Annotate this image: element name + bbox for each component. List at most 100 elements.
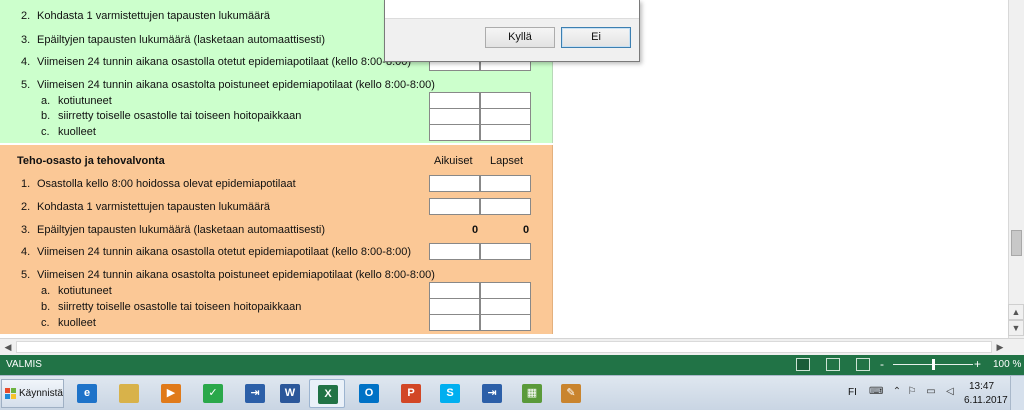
row-label: Epäiltyjen tapausten lukumäärä (lasketaa… [37, 34, 325, 46]
suspected-children-value: 0 [523, 224, 530, 236]
input-language-indicator[interactable]: FI [848, 387, 857, 398]
vertical-scroll-thumb[interactable] [1011, 230, 1022, 256]
taskbar-app-button[interactable]: ▶ [153, 379, 189, 408]
media-player-icon: ▶ [161, 384, 181, 403]
sub-letter: a. [41, 285, 51, 297]
sub-label: siirretty toiselle osastolle tai toiseen… [58, 301, 302, 313]
scroll-down-icon[interactable]: ▼ [1008, 320, 1024, 336]
vertical-scrollbar[interactable] [1008, 0, 1024, 338]
sub-letter: c. [41, 126, 50, 138]
row-label: Epäiltyjen tapausten lukumäärä (lasketaa… [37, 224, 325, 236]
page-break-view-icon[interactable] [856, 358, 870, 371]
clock-date[interactable]: 6.11.2017 [964, 395, 1008, 406]
orange-row-4-children-cell[interactable] [480, 243, 531, 260]
row-number: 5. [21, 79, 31, 91]
row-label: Viimeisen 24 tunnin aikana osastolta poi… [37, 79, 435, 91]
row-number: 5. [21, 269, 31, 281]
status-text: VALMIS [6, 359, 42, 370]
zoom-in-button[interactable]: + [974, 357, 981, 371]
volume-icon[interactable]: ◁ [944, 386, 956, 398]
row-number: 2. [21, 10, 31, 22]
internet-explorer-icon: e [77, 384, 97, 403]
row-number: 3. [21, 34, 31, 46]
split-view-icon[interactable]: ▲ [1008, 304, 1024, 320]
show-desktop-button[interactable] [1010, 376, 1024, 410]
excel-icon: X [318, 385, 338, 404]
orange-row-2-adults-cell[interactable] [429, 198, 480, 215]
taskbar-app-button[interactable]: e [69, 379, 105, 408]
taskbar-app-button[interactable]: W [272, 379, 308, 408]
taskbar-app-button[interactable]: O [351, 379, 387, 408]
sub-label: kuolleet [58, 317, 96, 329]
orange-row-1-children-cell[interactable] [480, 175, 531, 192]
start-label: Käynnistä [19, 388, 63, 399]
taskbar-app-button[interactable]: ⇥ [474, 379, 510, 408]
orange-row-4-adults-cell[interactable] [429, 243, 480, 260]
row-number: 1. [21, 178, 31, 190]
taskbar-app-button[interactable]: ✓ [195, 379, 231, 408]
sub-letter: b. [41, 110, 51, 122]
taskbar: Käynnistä e ▶ ✓ ⇥ W X O P S ⇥ ▦ ✎ FI ⌨ ⌃ ⚐ ▭ ◁ 13:4… [0, 375, 1024, 410]
zoom-out-button[interactable]: - [880, 357, 884, 371]
sub-letter: a. [41, 95, 51, 107]
green-sub-a-children-cell[interactable] [480, 92, 531, 109]
yes-button[interactable]: Kyllä [485, 27, 555, 48]
suspected-adults-value: 0 [472, 224, 479, 236]
network-icon[interactable]: ▭ [925, 386, 937, 398]
orange-sub-a-adults-cell[interactable] [429, 282, 480, 299]
action-center-flag-icon[interactable]: ⚐ [906, 386, 918, 398]
green-sub-a-adults-cell[interactable] [429, 92, 480, 109]
input-app-icon-2: ⇥ [482, 384, 502, 403]
clock-time[interactable]: 13:47 [969, 381, 994, 392]
orange-row-1-adults-cell[interactable] [429, 175, 480, 192]
orange-row-2-children-cell[interactable] [480, 198, 531, 215]
scroll-left-icon[interactable]: ◀ [2, 341, 14, 353]
row-number: 4. [21, 56, 31, 68]
paint-icon: ✎ [561, 384, 581, 403]
taskbar-app-button[interactable]: S [432, 379, 468, 408]
green-sub-b-adults-cell[interactable] [429, 108, 480, 125]
taskbar-app-button[interactable]: ▦ [514, 379, 550, 408]
word-icon: W [280, 384, 300, 403]
start-button[interactable]: Käynnistä [1, 379, 64, 408]
green-sub-c-children-cell[interactable] [480, 124, 531, 141]
column-header-children: Lapset [490, 155, 524, 167]
green-sub-c-adults-cell[interactable] [429, 124, 480, 141]
skype-icon: S [440, 384, 460, 403]
tray-expand-icon[interactable]: ⌃ [891, 386, 903, 398]
orange-sub-c-children-cell[interactable] [480, 314, 531, 331]
orange-sub-a-children-cell[interactable] [480, 282, 531, 299]
zoom-level[interactable]: 100 % [993, 359, 1021, 370]
row-label: Kohdasta 1 varmistettujen tapausten luku… [37, 201, 270, 213]
green-sub-b-children-cell[interactable] [480, 108, 531, 125]
horizontal-scroll-track[interactable] [16, 341, 992, 353]
taskbar-app-button[interactable]: ✎ [553, 379, 589, 408]
row-label: Kohdasta 1 varmistettujen tapausten luku… [37, 10, 270, 22]
scroll-right-icon[interactable]: ▶ [994, 341, 1006, 353]
row-number: 4. [21, 246, 31, 258]
row-number: 3. [21, 224, 31, 236]
zoom-slider-thumb[interactable] [932, 359, 935, 370]
checkmark-app-icon: ✓ [203, 384, 223, 403]
taskbar-app-button[interactable] [111, 379, 147, 408]
orange-sub-c-adults-cell[interactable] [429, 314, 480, 331]
row-label: Osastolla kello 8:00 hoidossa olevat epi… [37, 178, 296, 190]
no-button[interactable]: Ei [561, 27, 631, 48]
orange-sub-b-children-cell[interactable] [480, 298, 531, 315]
row-label: Viimeisen 24 tunnin aikana osastolla ote… [37, 56, 412, 68]
horizontal-scrollbar[interactable]: ◀ ▶ [0, 338, 1024, 355]
row-label: Viimeisen 24 tunnin aikana osastolla ote… [37, 246, 412, 258]
normal-view-icon[interactable] [796, 358, 810, 371]
taskbar-app-button[interactable]: X [309, 379, 345, 408]
orange-sub-b-adults-cell[interactable] [429, 298, 480, 315]
icu-section: Teho-osasto ja tehovalvonta Aikuiset Lap… [0, 145, 553, 334]
taskbar-app-button[interactable]: ⇥ [237, 379, 273, 408]
sub-label: kotiutuneet [58, 95, 112, 107]
outlook-icon: O [359, 384, 379, 403]
keyboard-icon[interactable]: ⌨ [869, 386, 883, 398]
sub-label: kuolleet [58, 126, 96, 138]
page-layout-view-icon[interactable] [826, 358, 840, 371]
calculator-icon: ▦ [522, 384, 542, 403]
sub-label: siirretty toiselle osastolle tai toiseen… [58, 110, 302, 122]
taskbar-app-button[interactable]: P [393, 379, 429, 408]
